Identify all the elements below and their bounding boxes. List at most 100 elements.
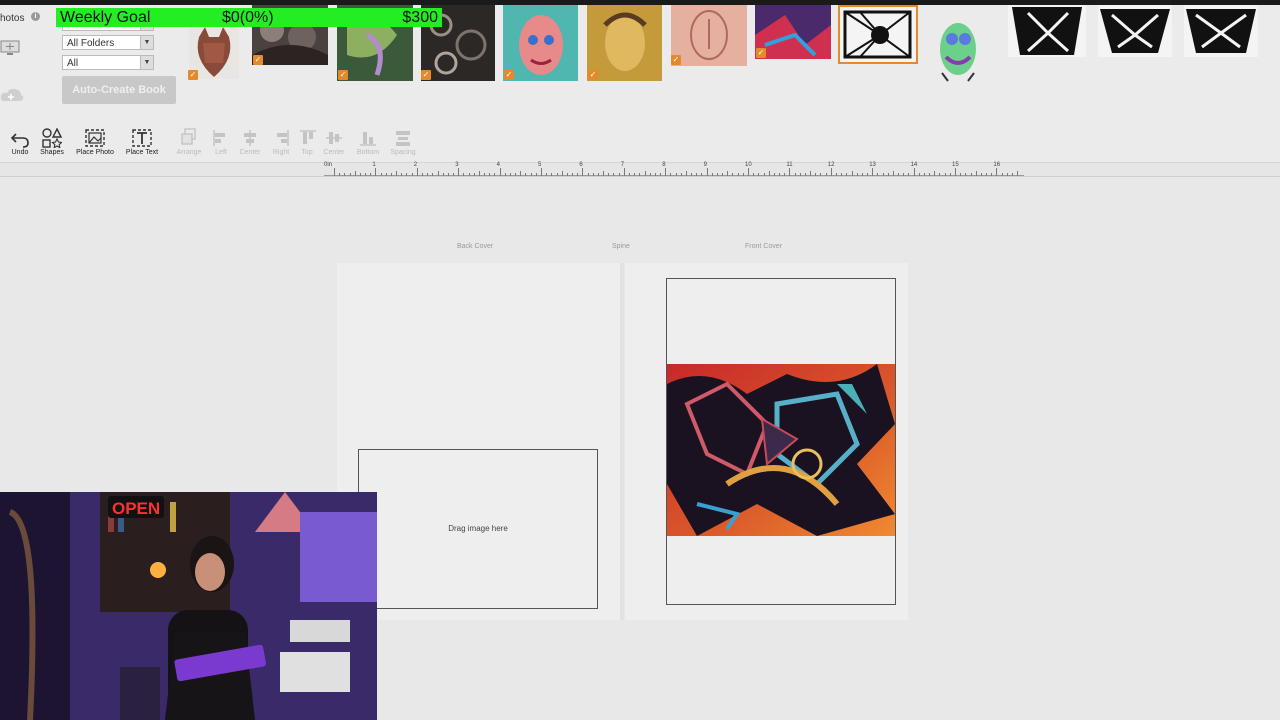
align-right-button[interactable]: Right — [270, 128, 292, 156]
ruler-number: 3 — [455, 162, 459, 168]
photo-thumbnail-purple[interactable] — [755, 5, 831, 59]
photo-thumbnail-creature[interactable] — [932, 17, 984, 83]
image-icon — [85, 129, 105, 147]
align-right-label: Right — [272, 149, 290, 156]
photo-thumbnail-geometric-selected[interactable] — [838, 5, 918, 64]
ruler-number: 11 — [786, 162, 793, 168]
ruler-tick — [789, 168, 791, 176]
photo-thumbnail-pink[interactable] — [671, 5, 747, 66]
type-select-value: All — [67, 58, 79, 69]
folder-select[interactable]: All Folders ▼ — [62, 35, 154, 50]
computer-icon[interactable] — [0, 39, 20, 57]
ruler-origin-label: 0in — [324, 162, 333, 168]
ruler-tick — [458, 168, 460, 176]
photo-thumbnail-mask-2[interactable] — [1098, 5, 1172, 57]
svg-text:OPEN: OPEN — [112, 499, 160, 518]
align-middle-label: Center — [323, 149, 345, 156]
spacing-icon — [396, 131, 410, 146]
checkbox-checked[interactable]: ✓ — [504, 70, 514, 80]
align-bottom-button[interactable]: Bottom — [354, 128, 382, 156]
align-middle-button[interactable]: Center — [322, 128, 346, 156]
undo-button[interactable]: Undo — [8, 128, 32, 156]
weekly-goal-target: $300 — [402, 9, 438, 26]
checkbox-checked[interactable]: ✓ — [421, 70, 431, 80]
ruler-number: 9 — [703, 162, 707, 168]
weekly-goal-label: Weekly Goal — [60, 9, 151, 26]
shapes-label: Shapes — [40, 149, 64, 156]
chevron-down-icon: ▼ — [140, 36, 153, 49]
ruler-tick — [499, 168, 501, 176]
align-top-label: Top — [301, 149, 313, 156]
webcam-video-image: OPEN — [0, 492, 377, 720]
green-creature-image — [940, 23, 976, 82]
spacing-label: Spacing — [390, 149, 416, 156]
back-cover-photo-slot[interactable]: Drag image here — [358, 449, 598, 609]
ruler-number: 15 — [952, 162, 959, 168]
front-cover-photo-frame[interactable] — [666, 278, 896, 605]
webcam-overlay: OPEN — [0, 492, 377, 720]
weekly-goal-current: $0(0%) — [222, 9, 274, 26]
checkbox-checked[interactable]: ✓ — [588, 70, 598, 80]
photo-thumbnail-yellow[interactable] — [587, 5, 662, 81]
checkbox-checked[interactable]: ✓ — [756, 48, 766, 58]
weekly-goal-overlay: Weekly Goal $0(0%) $300 — [56, 8, 442, 27]
horizontal-ruler: 0in 1 2 3 4 5 6 7 8 9 10 11 12 13 14 15 16 — [324, 162, 1024, 176]
checkbox-checked[interactable]: ✓ — [188, 70, 198, 80]
checkbox-checked[interactable]: ✓ — [253, 55, 263, 65]
ruler-tick — [416, 168, 418, 176]
front-cover-label: Front Cover — [745, 243, 782, 250]
shapes-button[interactable]: Shapes — [38, 128, 66, 156]
chevron-down-icon: ▼ — [140, 56, 153, 69]
ruler-number: 2 — [413, 162, 418, 168]
ruler-tick — [375, 168, 377, 176]
place-text-button[interactable]: Place Text — [124, 128, 160, 156]
back-cover-label: Back Cover — [457, 243, 494, 250]
ruler-tick — [830, 168, 832, 176]
place-photo-button[interactable]: Place Photo — [74, 128, 116, 156]
ruler-tick — [748, 168, 749, 176]
align-left-button[interactable]: Left — [211, 128, 231, 156]
photo-thumbnail-face[interactable] — [503, 5, 578, 81]
arrange-label: Arrange — [176, 149, 202, 156]
geometric-mask-image — [1184, 5, 1258, 57]
align-center-label: Center — [239, 149, 261, 156]
ruler-tick — [665, 168, 667, 176]
drag-image-hint: Drag image here — [448, 524, 508, 533]
arrange-icon — [181, 128, 196, 145]
geometric-mask-image — [1008, 5, 1086, 57]
auto-create-book-button[interactable]: Auto-Create Book — [62, 76, 176, 104]
spine-page[interactable] — [620, 263, 624, 620]
align-bottom-icon — [360, 132, 376, 146]
type-select[interactable]: All ▼ — [62, 55, 154, 70]
ruler-number: 5 — [538, 162, 542, 168]
info-icon[interactable]: i — [31, 12, 40, 21]
ruler-tick — [706, 168, 708, 176]
editor-toolbar: Undo Shapes Place Photo Place Text Arran… — [0, 122, 1280, 163]
black-white-geometric-image — [840, 7, 916, 62]
photos-label: hotos — [0, 13, 25, 24]
spine-label: Spine — [612, 243, 630, 250]
colorful-face-image — [503, 5, 578, 81]
align-right-icon — [277, 130, 289, 146]
arrange-button[interactable]: Arrange — [174, 128, 204, 156]
align-center-button[interactable]: Center — [238, 128, 262, 156]
yellow-portrait-image — [587, 5, 662, 81]
cloud-upload-icon[interactable] — [0, 85, 24, 105]
ruler-number: 13 — [869, 162, 876, 168]
align-bottom-label: Bottom — [356, 149, 380, 156]
undo-icon — [10, 133, 29, 148]
ruler-number: 1 — [372, 162, 376, 168]
spacing-button[interactable]: Spacing — [388, 128, 418, 156]
align-middle-icon — [326, 132, 342, 144]
align-left-label: Left — [215, 149, 227, 156]
checkbox-checked[interactable]: ✓ — [338, 70, 348, 80]
align-top-button[interactable]: Top — [298, 128, 316, 156]
ruler-number: 6 — [579, 162, 583, 168]
ruler-number: 16 — [993, 162, 1001, 168]
front-cover-artwork — [667, 364, 895, 536]
photo-thumbnail-mask-3[interactable] — [1184, 5, 1258, 57]
photo-thumbnail-mask-1[interactable] — [1008, 5, 1086, 57]
checkbox-checked[interactable]: ✓ — [671, 55, 681, 65]
photos-sidebar: hotos i — [0, 5, 60, 122]
ruler-tick — [623, 168, 625, 176]
